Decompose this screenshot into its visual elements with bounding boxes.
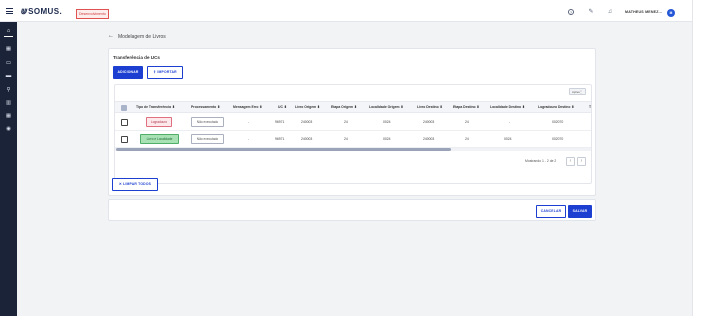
add-button[interactable]: ADICIONAR — [113, 66, 143, 79]
monitor-icon[interactable]: ▬ — [4, 72, 13, 80]
row-checkbox[interactable] — [121, 136, 128, 143]
cancel-button[interactable]: CANCELAR — [536, 205, 566, 218]
col-tipo[interactable]: Tipo de Transferência ⬍ — [136, 102, 175, 114]
menu-icon[interactable] — [6, 8, 13, 14]
pagination-text: Mostrando 1 - 2 de 2 — [525, 159, 557, 163]
col-logradouro-destino[interactable]: Logradouro Destino ⬍ — [538, 102, 574, 114]
horizontal-scrollbar-thumb[interactable] — [116, 148, 451, 151]
cell-etapa-origem: 24 — [344, 120, 348, 124]
cell-etapa-destino: 24 — [465, 120, 469, 124]
cell-mensagem: - — [248, 137, 250, 141]
next-page-button[interactable]: › — [577, 157, 586, 166]
import-label: IMPORTAR — [157, 70, 177, 74]
apps-icon[interactable]: ▦ — [4, 112, 13, 120]
col-localidade-origem[interactable]: Localidade Origem ⬍ — [369, 102, 403, 114]
user-name[interactable]: MATHEUS MENEZ... — [625, 10, 662, 14]
import-button[interactable]: ⇪ IMPORTAR — [147, 66, 183, 79]
search-people-icon[interactable]: ⚲ — [4, 86, 13, 94]
row-checkbox[interactable] — [121, 119, 128, 126]
table-header: Tipo de Transferência ⬍ Processamento ⬍ … — [115, 101, 591, 114]
cell-livro-destino: 240003 — [423, 120, 435, 124]
cell-livro-origem: 240003 — [301, 137, 313, 141]
prev-page-button[interactable]: ‹ — [566, 157, 575, 166]
col-uc[interactable]: UC ⬍ — [278, 102, 287, 114]
select-all-checkbox[interactable] — [121, 105, 127, 111]
cell-logradouro-destino: 002070 — [552, 120, 564, 124]
save-button[interactable]: SALVAR — [568, 205, 592, 218]
back-arrow-icon[interactable]: ← — [108, 33, 114, 39]
processing-status-tag: Não executado — [191, 117, 224, 127]
cell-localidade-origem: 0024 — [383, 137, 391, 141]
col-livro-origem[interactable]: Livro Origem ⬍ — [295, 102, 320, 114]
cell-uc: 96971 — [275, 137, 285, 141]
cell-etapa-origem: 24 — [344, 137, 348, 141]
col-truncated[interactable]: T — [589, 102, 591, 114]
upload-icon: ⇪ — [153, 70, 157, 74]
cell-localidade-destino: 0024 — [504, 137, 512, 141]
cell-livro-destino: 240003 — [423, 137, 435, 141]
right-gutter — [692, 0, 706, 316]
card-title: Transferência de UCs — [113, 55, 160, 60]
cell-etapa-destino: 24 — [465, 137, 469, 141]
col-localidade-destino[interactable]: Localidade Destino ⬍ — [490, 102, 525, 114]
col-processamento[interactable]: Processamento ⬍ — [191, 102, 220, 114]
transfer-type-tag: Logradouro — [146, 117, 172, 127]
col-etapa-origem[interactable]: Etapa Origem ⬍ — [331, 102, 357, 114]
table-actions-chip[interactable]: Ações ⋮ — [569, 88, 586, 95]
col-mensagem[interactable]: Mensagem Erro ⬍ — [233, 102, 262, 114]
notes-icon[interactable]: ✎ — [588, 9, 594, 15]
cell-logradouro-destino: 002070 — [552, 137, 564, 141]
clear-all-label: LIMPAR TODOS — [123, 182, 152, 186]
card-icon[interactable]: ▭ — [4, 59, 13, 67]
transfer-type-tag: Livro e Localidade — [140, 134, 179, 144]
environment-badge: Desenvolvimento — [76, 9, 109, 19]
close-icon: ✕ — [118, 182, 122, 186]
help-icon[interactable]: ? — [568, 9, 574, 15]
cell-uc: 96971 — [275, 120, 285, 124]
processing-status-tag: Não executado — [191, 134, 224, 144]
kebab-icon: ⋮ — [579, 89, 583, 94]
logo: ⋓somus. — [20, 7, 63, 16]
page-title: Modelagem de Livros — [118, 34, 166, 40]
col-etapa-destino[interactable]: Etapa Destino ⬍ — [453, 102, 479, 114]
transfer-table: Ações ⋮ Tipo de Transferência ⬍ Processam… — [114, 84, 592, 184]
col-livro-destino[interactable]: Livro Destino ⬍ — [417, 102, 442, 114]
clear-all-button[interactable]: ✕ LIMPAR TODOS — [112, 178, 158, 191]
cell-mensagem: - — [248, 120, 250, 124]
footer-actions: CANCELAR SALVAR — [108, 199, 596, 221]
sidebar: ⌂ ▦ ▭ ▬ ⚲ ▥ ▦ ◉ — [0, 22, 17, 316]
bell-icon[interactable]: ♫ — [607, 9, 613, 15]
cell-localidade-origem: 0024 — [383, 120, 391, 124]
transfer-card: Transferência de UCs ADICIONAR ⇪ IMPORTA… — [108, 48, 596, 196]
cell-livro-origem: 240003 — [301, 120, 313, 124]
table-row: Livro e Localidade Não executado - 96971… — [115, 131, 591, 148]
cell-localidade-destino: - — [509, 120, 511, 124]
top-bar: ⋓somus. Desenvolvimento ? ✎ ♫ MATHEUS ME… — [0, 0, 692, 22]
app-root: ⋓somus. Desenvolvimento ? ✎ ♫ MATHEUS ME… — [0, 0, 706, 316]
building-icon[interactable]: ▥ — [4, 99, 13, 107]
settings-icon[interactable]: ◉ — [4, 125, 13, 133]
table-row: Logradouro Não executado - 96971 240003 … — [115, 114, 591, 131]
avatar[interactable]: M — [667, 9, 675, 17]
grid-icon[interactable]: ▦ — [4, 45, 13, 53]
home-icon[interactable]: ⌂ — [4, 27, 13, 37]
